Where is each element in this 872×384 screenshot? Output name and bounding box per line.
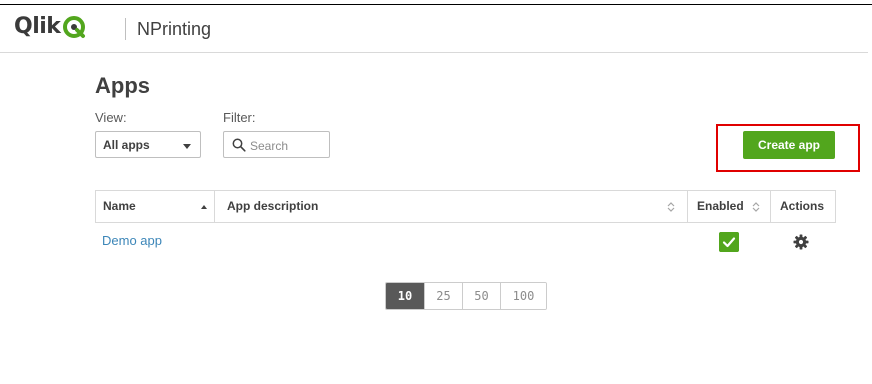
product-name: NPrinting — [137, 19, 212, 39]
sort-asc-icon[interactable] — [201, 205, 207, 209]
sort-icon[interactable] — [667, 201, 675, 213]
app-header: Qlik NPrinting — [0, 5, 868, 53]
table-header: Name App description Enabled Actions — [95, 190, 836, 223]
page-size-10[interactable]: 10 — [386, 283, 424, 309]
pagination: 10 25 50 100 — [385, 282, 547, 310]
view-dropdown-value: All apps — [103, 138, 150, 152]
logo-text: Qlik — [14, 14, 61, 39]
sort-icon[interactable] — [752, 201, 760, 213]
column-separator — [687, 191, 688, 222]
search-placeholder: Search — [250, 139, 289, 153]
qlik-logo-icon — [63, 16, 86, 38]
page-size-25[interactable]: 25 — [424, 283, 462, 309]
column-header-name[interactable]: Name — [103, 191, 136, 222]
apps-table: Name App description Enabled Actions Dem… — [95, 190, 836, 259]
page-size-50[interactable]: 50 — [462, 283, 500, 309]
column-header-actions: Actions — [780, 199, 825, 213]
page-title: Apps — [95, 73, 150, 98]
filter-label: Filter: — [223, 110, 256, 125]
column-separator — [770, 191, 771, 222]
search-input[interactable]: Search — [223, 131, 330, 158]
page-size-100[interactable]: 100 — [500, 283, 546, 309]
view-dropdown[interactable]: All apps — [95, 131, 201, 158]
app-name-link[interactable]: Demo app — [102, 233, 162, 249]
column-header-description[interactable]: App description — [227, 191, 318, 222]
view-label: View: — [95, 110, 127, 125]
column-header-enabled[interactable]: Enabled — [697, 191, 744, 222]
qlik-logo[interactable]: Qlik — [14, 14, 86, 40]
create-app-button[interactable]: Create app — [743, 131, 835, 159]
chevron-down-icon — [183, 144, 191, 149]
header-divider — [125, 18, 126, 40]
gear-icon[interactable] — [793, 234, 809, 250]
search-icon — [232, 138, 246, 152]
checkmark-icon[interactable] — [719, 232, 739, 252]
column-separator — [214, 191, 215, 222]
